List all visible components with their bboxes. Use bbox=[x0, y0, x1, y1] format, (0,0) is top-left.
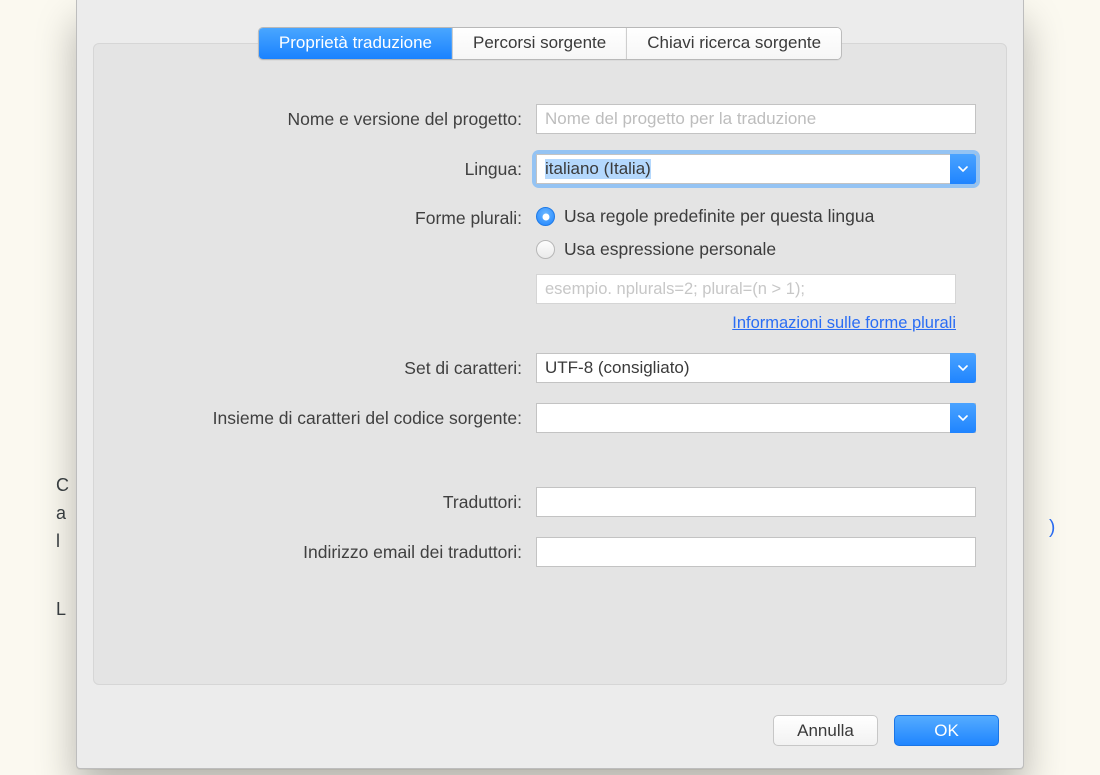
translators-email-label: Indirizzo email dei traduttori: bbox=[118, 542, 536, 563]
translators-input[interactable] bbox=[536, 487, 976, 517]
plural-custom-radio-label: Usa espressione personale bbox=[564, 239, 776, 260]
chevron-down-icon bbox=[950, 154, 976, 184]
plural-custom-radio[interactable]: Usa espressione personale bbox=[536, 239, 982, 260]
background-text: C bbox=[56, 475, 69, 496]
plural-default-radio[interactable]: Usa regole predefinite per questa lingua bbox=[536, 206, 982, 227]
background-text: l bbox=[56, 531, 60, 552]
project-name-label: Nome e versione del progetto: bbox=[118, 109, 536, 130]
ok-button[interactable]: OK bbox=[894, 715, 999, 746]
tab-source-paths[interactable]: Percorsi sorgente bbox=[452, 28, 626, 59]
source-charset-select[interactable] bbox=[536, 403, 976, 433]
tab-source-keywords[interactable]: Chiavi ricerca sorgente bbox=[626, 28, 841, 59]
plural-default-radio-label: Usa regole predefinite per questa lingua bbox=[564, 206, 874, 227]
plural-expression-input bbox=[536, 274, 956, 304]
plural-forms-label: Forme plurali: bbox=[118, 204, 536, 229]
radio-icon bbox=[536, 240, 555, 259]
chevron-down-icon bbox=[950, 353, 976, 383]
dialog-buttons: Annulla OK bbox=[773, 715, 999, 746]
settings-sheet: Proprietà traduzione Percorsi sorgente C… bbox=[76, 0, 1024, 769]
project-name-input[interactable] bbox=[536, 104, 976, 134]
background-text: L bbox=[56, 599, 66, 620]
translators-label: Traduttori: bbox=[118, 492, 536, 513]
radio-icon bbox=[536, 207, 555, 226]
language-select-value: italiano (Italia) bbox=[545, 159, 651, 179]
charset-select[interactable]: UTF-8 (consigliato) bbox=[536, 353, 976, 383]
language-label: Lingua: bbox=[118, 159, 536, 180]
background-text: a bbox=[56, 503, 66, 524]
tab-bar: Proprietà traduzione Percorsi sorgente C… bbox=[258, 27, 842, 60]
source-charset-label: Insieme di caratteri del codice sorgente… bbox=[118, 408, 536, 429]
charset-label: Set di caratteri: bbox=[118, 358, 536, 379]
translators-email-input[interactable] bbox=[536, 537, 976, 567]
background-text: ) bbox=[1049, 517, 1055, 539]
tab-translation-properties[interactable]: Proprietà traduzione bbox=[259, 28, 452, 59]
cancel-button[interactable]: Annulla bbox=[773, 715, 878, 746]
properties-panel: Nome e versione del progetto: Lingua: it… bbox=[93, 43, 1007, 685]
language-select[interactable]: italiano (Italia) bbox=[536, 154, 976, 184]
chevron-down-icon bbox=[950, 403, 976, 433]
plural-forms-info-link[interactable]: Informazioni sulle forme plurali bbox=[732, 314, 956, 332]
charset-select-value: UTF-8 (consigliato) bbox=[545, 358, 690, 378]
